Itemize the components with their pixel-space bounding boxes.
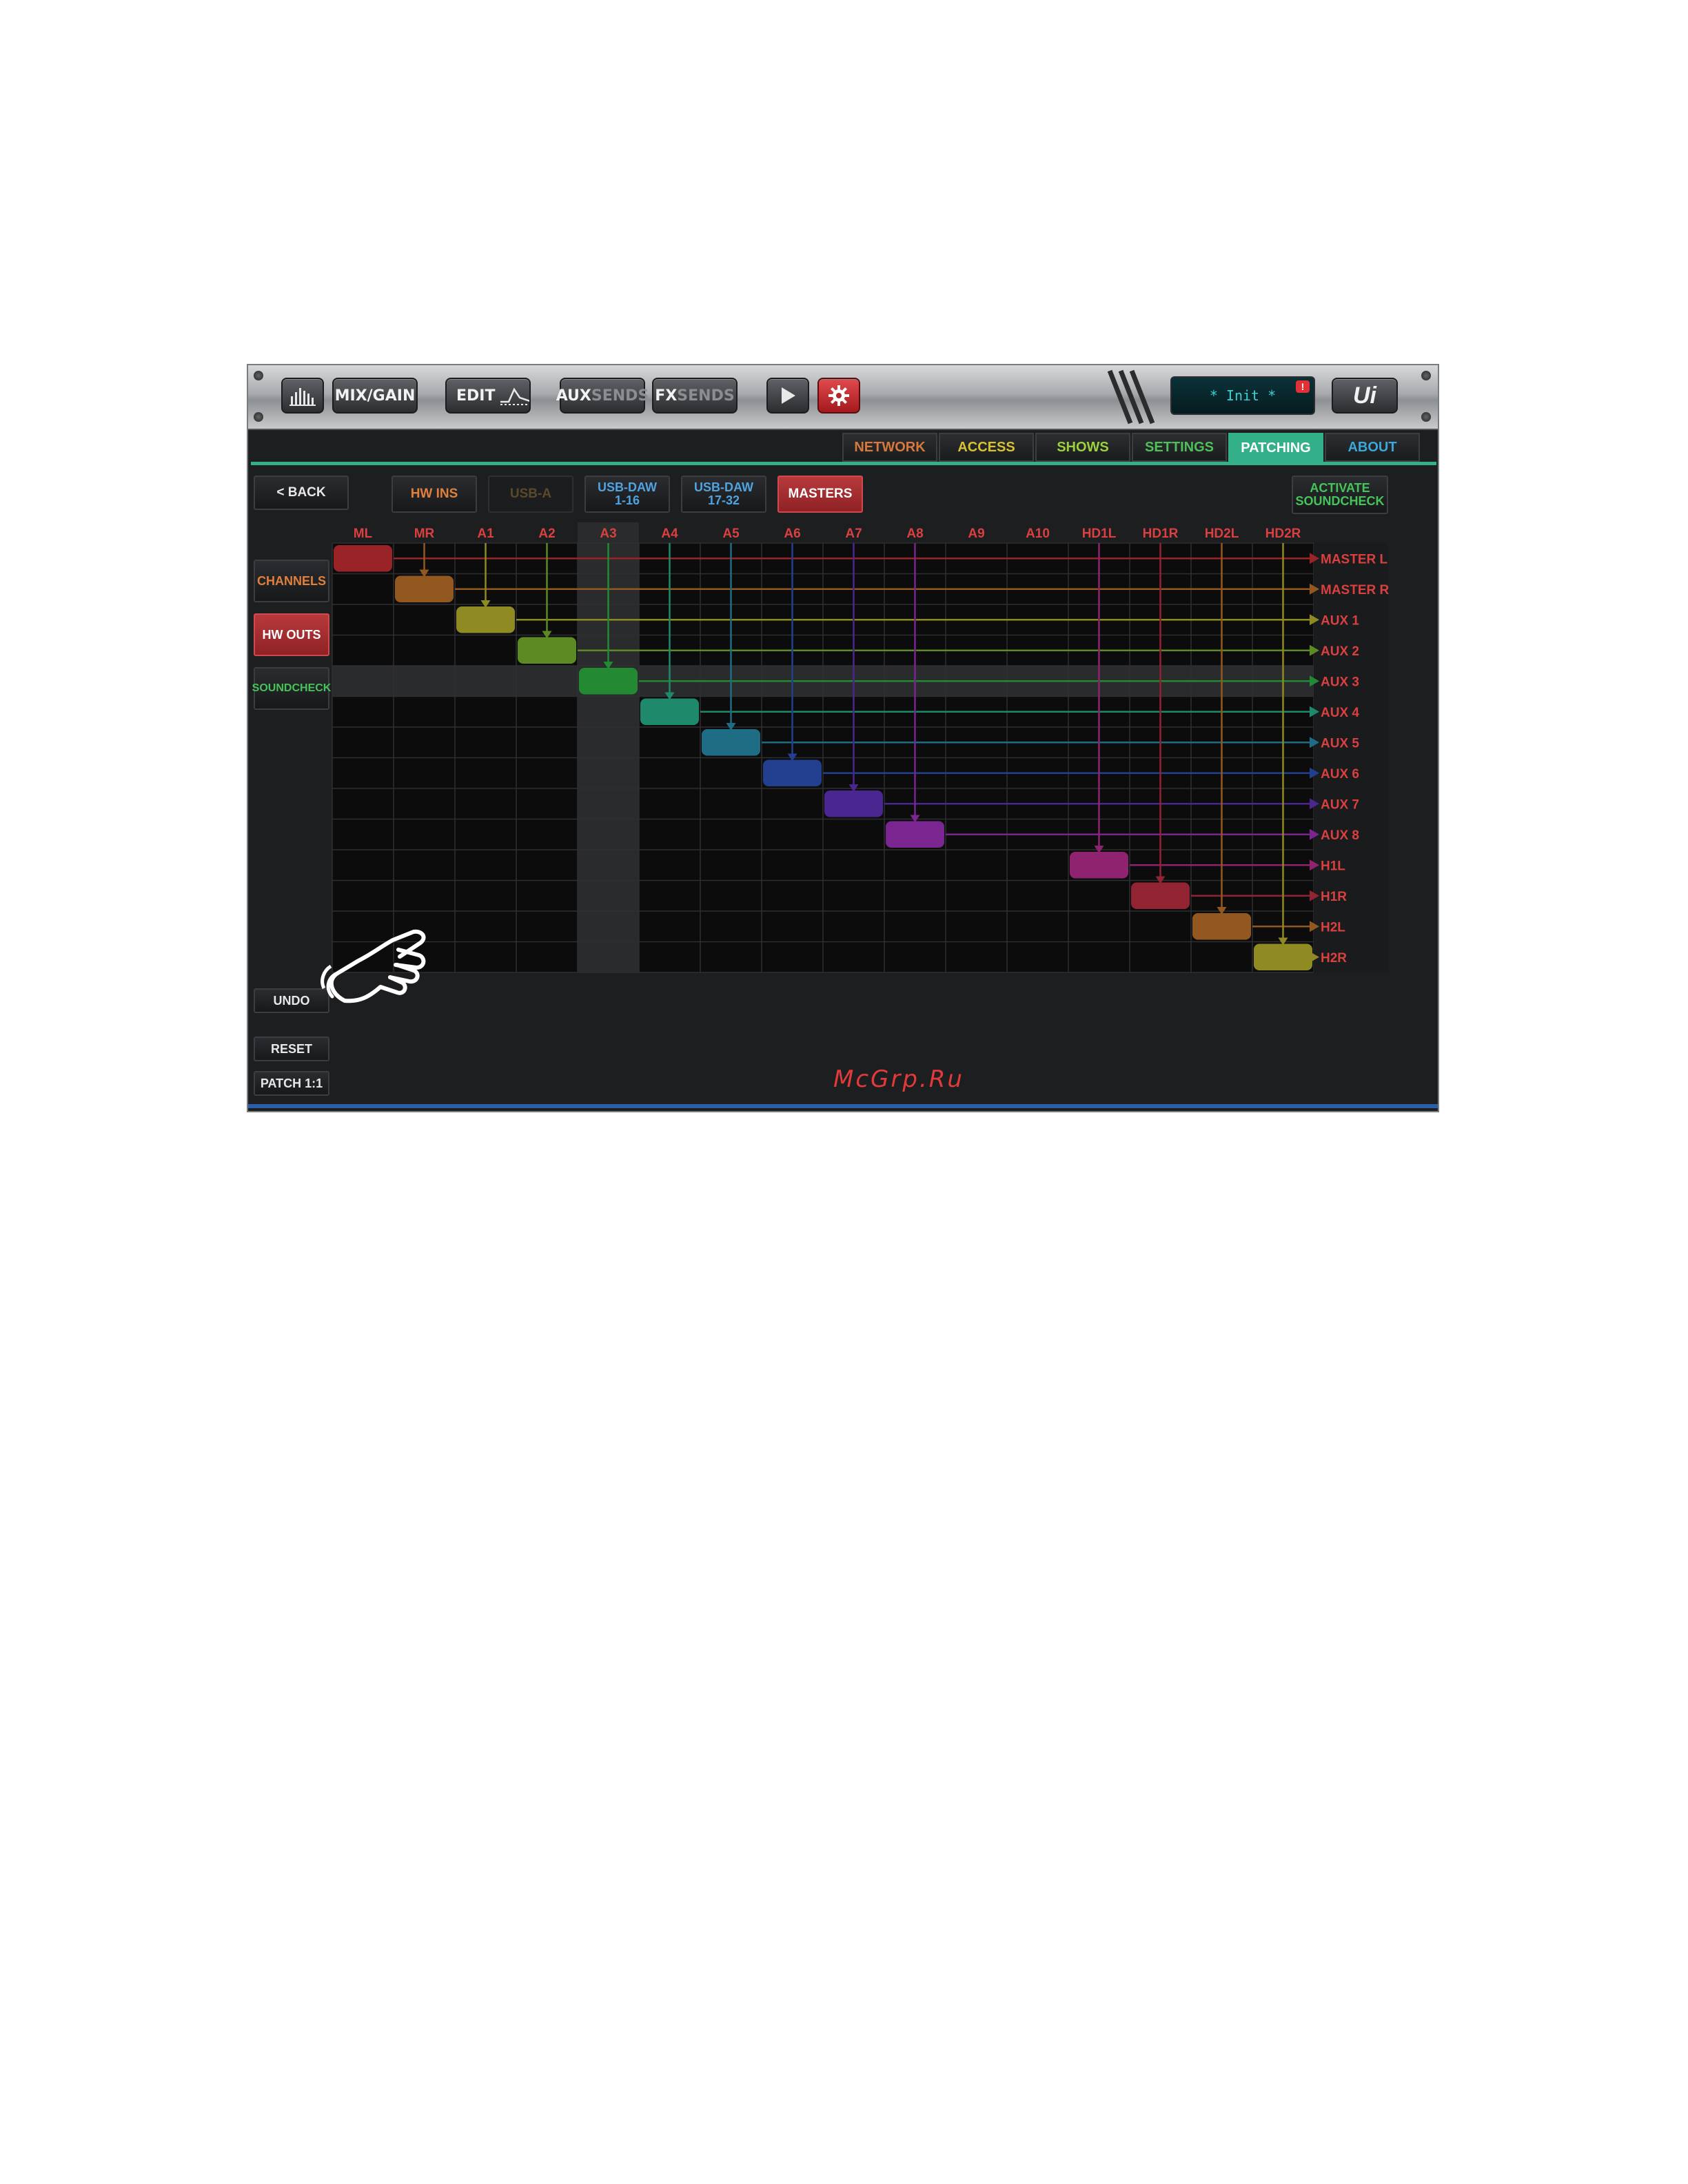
- row-label[interactable]: MASTER L: [1321, 552, 1388, 567]
- column-label[interactable]: A7: [845, 527, 862, 541]
- row-label[interactable]: H1L: [1321, 859, 1345, 873]
- row-label[interactable]: AUX 5: [1321, 736, 1359, 751]
- column-label[interactable]: MR: [414, 527, 435, 541]
- column-label[interactable]: A1: [477, 527, 494, 541]
- row-label[interactable]: AUX 7: [1321, 797, 1359, 812]
- tap-gesture-icon: [321, 929, 426, 1003]
- column-label[interactable]: A2: [538, 527, 555, 541]
- patch-cell[interactable]: [1192, 913, 1251, 940]
- patch-cell[interactable]: [395, 575, 454, 603]
- column-label[interactable]: A3: [600, 527, 616, 541]
- patch-cell[interactable]: [824, 790, 883, 817]
- column-label[interactable]: HD2L: [1205, 527, 1239, 541]
- column-label[interactable]: ML: [354, 527, 373, 541]
- column-label[interactable]: A4: [661, 527, 678, 541]
- patch-cell[interactable]: [579, 668, 638, 695]
- bottom-bar: [248, 1104, 1438, 1108]
- column-label[interactable]: A8: [906, 527, 923, 541]
- row-label[interactable]: MASTER R: [1321, 583, 1390, 598]
- row-label[interactable]: H2L: [1321, 920, 1345, 935]
- row-label[interactable]: AUX 1: [1321, 613, 1359, 628]
- column-label[interactable]: HD1R: [1143, 527, 1179, 541]
- column-label[interactable]: A9: [968, 527, 984, 541]
- row-label[interactable]: AUX 8: [1321, 828, 1359, 843]
- patch-cell[interactable]: [702, 729, 760, 756]
- patch-cell[interactable]: [763, 759, 822, 787]
- patch-cell[interactable]: [640, 698, 699, 726]
- row-label[interactable]: AUX 6: [1321, 767, 1359, 782]
- watermark-text: McGrp.Ru: [833, 1065, 964, 1093]
- patching-window: MIX/GAIN EDIT AUX SENDS FX SENDS * Init …: [247, 364, 1439, 1112]
- row-label[interactable]: AUX 4: [1321, 706, 1359, 720]
- column-label[interactable]: A10: [1026, 527, 1050, 541]
- column-label[interactable]: A6: [784, 527, 800, 541]
- patch-cell[interactable]: [1131, 882, 1190, 910]
- column-label[interactable]: A5: [722, 527, 740, 541]
- column-label[interactable]: HD1L: [1082, 527, 1117, 541]
- patch-cell[interactable]: [518, 637, 576, 664]
- patch-cell[interactable]: [456, 606, 515, 633]
- column-label[interactable]: HD2R: [1265, 527, 1301, 541]
- row-label[interactable]: AUX 3: [1321, 675, 1359, 689]
- row-label[interactable]: H1R: [1321, 890, 1347, 904]
- patch-cell[interactable]: [1070, 852, 1128, 879]
- row-label[interactable]: AUX 2: [1321, 644, 1359, 659]
- patch-cell[interactable]: [334, 545, 392, 572]
- row-label-panel: [1314, 543, 1388, 972]
- row-label[interactable]: H2R: [1321, 951, 1347, 966]
- patch-cell[interactable]: [886, 821, 944, 848]
- patch-cell[interactable]: [1254, 943, 1312, 971]
